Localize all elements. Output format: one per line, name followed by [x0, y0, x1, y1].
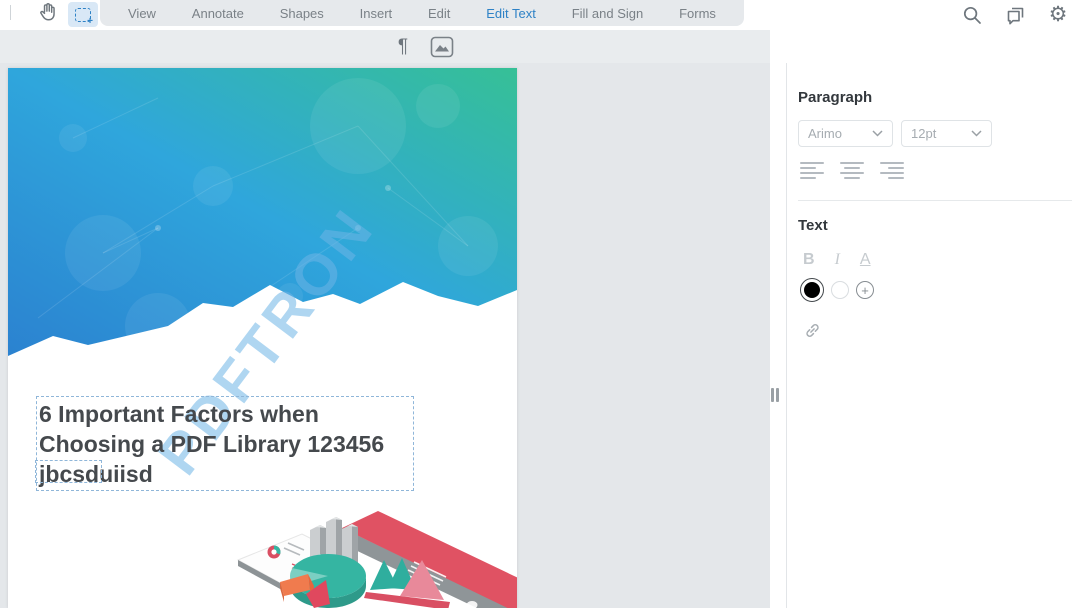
bold-button[interactable]: B — [803, 251, 815, 269]
tab-edit-text[interactable]: Edit Text — [486, 6, 536, 21]
chevron-down-icon — [872, 130, 883, 137]
text-editing-panel: Paragraph Arimo 12pt Text B I A + — [787, 63, 1080, 608]
ribbon-tabstrip: View Annotate Shapes Insert Edit Edit Te… — [100, 0, 744, 26]
italic-button[interactable]: I — [835, 251, 840, 269]
align-center-button[interactable] — [839, 157, 865, 183]
font-size-value: 12pt — [911, 126, 936, 141]
tab-view[interactable]: View — [128, 6, 156, 21]
align-right-button[interactable] — [878, 157, 904, 183]
top-toolbar: + View Annotate Shapes Insert Edit Edit … — [0, 0, 1080, 30]
comments-button[interactable] — [1003, 3, 1027, 27]
image-icon — [430, 36, 454, 58]
chevron-down-icon — [971, 130, 982, 137]
toolbar-divider — [10, 5, 11, 20]
link-icon — [803, 321, 822, 340]
font-family-select[interactable]: Arimo — [798, 120, 893, 147]
add-color-button[interactable]: + — [856, 281, 874, 299]
tab-forms[interactable]: Forms — [679, 6, 716, 21]
section-divider — [798, 200, 1072, 201]
color-swatch-white[interactable] — [831, 281, 849, 299]
font-family-value: Arimo — [808, 126, 842, 141]
tab-insert[interactable]: Insert — [360, 6, 393, 21]
add-paragraph-button[interactable]: ¶ — [390, 34, 416, 59]
tab-fill-and-sign[interactable]: Fill and Sign — [572, 6, 644, 21]
search-icon — [962, 5, 982, 25]
document-viewer[interactable]: PDFTRON 6 Important Factors when Choosin… — [0, 63, 770, 608]
topbar-right-icons: ⚙ — [960, 3, 1070, 27]
select-tool-button[interactable]: + — [68, 2, 98, 27]
gear-icon: ⚙ — [1049, 3, 1068, 27]
hand-icon — [37, 1, 59, 28]
search-button[interactable] — [960, 3, 984, 27]
underline-button[interactable]: A — [860, 251, 871, 269]
tab-shapes[interactable]: Shapes — [280, 6, 324, 21]
tab-edit[interactable]: Edit — [428, 6, 450, 21]
infographic-illustration — [218, 498, 517, 608]
add-image-button[interactable] — [429, 34, 455, 59]
color-swatch-black-selected[interactable] — [800, 278, 824, 302]
plus-icon: + — [861, 284, 869, 297]
comments-icon — [1005, 5, 1026, 25]
pdf-page[interactable]: PDFTRON 6 Important Factors when Choosin… — [8, 68, 517, 608]
header-artwork — [8, 68, 517, 368]
insert-link-button[interactable] — [803, 321, 822, 345]
alignment-buttons — [800, 157, 904, 183]
inner-selection-box[interactable] — [35, 460, 102, 483]
edit-text-toolbar: ¶ — [0, 30, 770, 63]
text-color-swatches: + — [800, 278, 874, 302]
select-tool-icon: + — [75, 8, 91, 22]
text-style-buttons: B I A — [803, 251, 871, 269]
tab-annotate[interactable]: Annotate — [192, 6, 244, 21]
font-size-select[interactable]: 12pt — [901, 120, 992, 147]
align-left-button[interactable] — [800, 157, 826, 183]
settings-button[interactable]: ⚙ — [1046, 3, 1070, 27]
text-section-heading: Text — [798, 217, 828, 234]
pilcrow-icon: ¶ — [398, 36, 408, 58]
pan-tool-button[interactable] — [33, 2, 63, 27]
panel-resize-handle[interactable] — [771, 388, 782, 403]
paragraph-section-heading: Paragraph — [798, 89, 872, 106]
